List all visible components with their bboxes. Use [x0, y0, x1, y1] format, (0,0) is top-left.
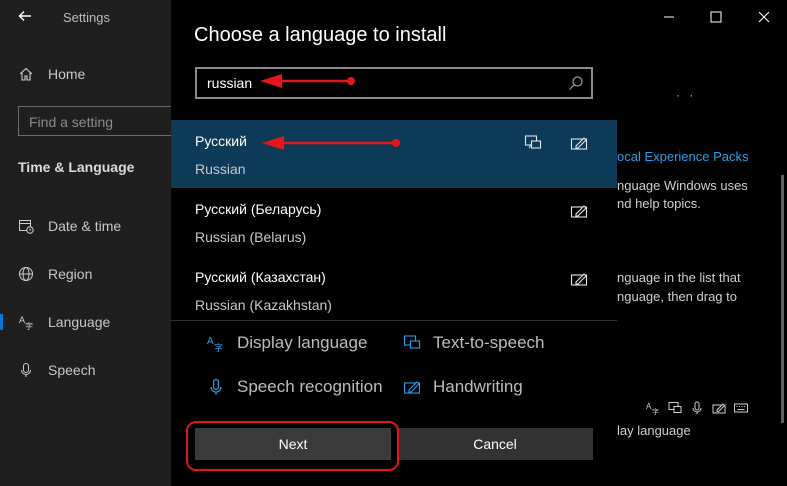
find-setting-input[interactable]: Find a setting — [18, 106, 178, 136]
background-text: nguage in the list that — [617, 270, 741, 285]
language-native-name: Русский — [195, 133, 247, 149]
language-search-input[interactable]: russian — [195, 67, 593, 99]
globe-icon — [18, 266, 34, 282]
legend-label: Display language — [237, 333, 368, 352]
language-english-name: Russian — [195, 161, 246, 177]
language-feature-icons: A字 — [645, 401, 749, 415]
legend-label: Text-to-speech — [433, 333, 545, 352]
microphone-icon — [18, 362, 34, 378]
search-icon[interactable] — [568, 75, 584, 91]
background-dots: · · — [676, 88, 697, 102]
handwriting-icon — [403, 378, 421, 396]
maximize-button[interactable] — [703, 4, 729, 30]
home-icon — [18, 66, 34, 82]
dialog-title: Choose a language to install — [194, 24, 447, 46]
legend-display-language: A字 Display language — [207, 333, 367, 353]
svg-text:字: 字 — [652, 407, 659, 415]
legend-speech-recognition: Speech recognition — [207, 377, 383, 397]
sidebar-item-home[interactable]: Home — [0, 56, 172, 92]
microphone-icon — [689, 401, 705, 415]
section-title: Time & Language — [18, 159, 135, 175]
calendar-clock-icon — [18, 218, 34, 234]
minimize-icon — [664, 16, 674, 18]
text-to-speech-icon — [403, 334, 421, 352]
app-title: Settings — [63, 10, 110, 25]
display-language-icon: A字 — [207, 334, 225, 352]
text-to-speech-icon — [524, 134, 542, 152]
handwriting-icon — [570, 270, 588, 288]
background-text: nguage Windows uses — [617, 178, 748, 193]
sidebar-item-label: Date & time — [48, 218, 122, 234]
language-english-name: Russian (Kazakhstan) — [195, 297, 332, 313]
back-button[interactable] — [14, 6, 36, 28]
sidebar-item-label: Language — [48, 314, 111, 330]
arrow-left-icon — [18, 11, 31, 21]
close-icon — [758, 11, 770, 23]
handwriting-icon — [570, 134, 588, 152]
display-language-icon: A字 — [645, 401, 661, 415]
legend-text-to-speech: Text-to-speech — [403, 333, 545, 353]
background-text: nd help topics. — [617, 196, 701, 211]
cancel-button[interactable]: Cancel — [397, 428, 593, 460]
legend-label: Handwriting — [433, 377, 523, 396]
annotation-highlight-next — [186, 421, 399, 471]
language-item-russian-kazakhstan[interactable]: Русский (Казахстан) Russian (Kazakhstan) — [171, 256, 617, 324]
text-to-speech-icon — [667, 401, 683, 415]
sidebar-item-label: Home — [48, 66, 86, 82]
language-english-name: Russian (Belarus) — [195, 229, 307, 245]
background-text: nguage, then drag to — [617, 289, 737, 304]
legend-handwriting: Handwriting — [403, 377, 523, 397]
language-item-russian[interactable]: Русский Russian — [171, 120, 617, 188]
local-experience-packs-link[interactable]: ocal Experience Packs — [617, 149, 749, 164]
language-native-name: Русский (Казахстан) — [195, 269, 326, 285]
active-indicator — [0, 314, 3, 330]
svg-text:A: A — [207, 336, 214, 347]
language-native-name: Русский (Беларусь) — [195, 201, 322, 217]
sidebar-item-date-time[interactable]: Date & time — [0, 208, 172, 244]
search-placeholder: Find a setting — [29, 114, 114, 130]
minimize-button[interactable] — [656, 4, 682, 30]
legend-label: Speech recognition — [237, 377, 383, 396]
list-divider — [171, 320, 617, 321]
choose-language-dialog: Choose a language to install russian Рус… — [171, 0, 617, 486]
microphone-icon — [207, 378, 225, 396]
language-item-russian-belarus[interactable]: Русский (Беларусь) Russian (Belarus) — [171, 188, 617, 256]
handwriting-icon — [570, 202, 588, 220]
keyboard-icon — [733, 401, 749, 415]
sidebar-item-language[interactable]: A字 Language — [0, 304, 172, 340]
sidebar-item-label: Region — [48, 266, 93, 282]
svg-text:字: 字 — [25, 321, 33, 330]
language-icon: A字 — [18, 314, 34, 330]
maximize-icon — [710, 11, 722, 23]
search-value: russian — [207, 75, 253, 91]
sidebar-item-label: Speech — [48, 362, 96, 378]
background-text: lay language — [617, 423, 691, 438]
sidebar-item-speech[interactable]: Speech — [0, 352, 172, 388]
svg-text:字: 字 — [214, 342, 223, 352]
sidebar-item-region[interactable]: Region — [0, 256, 172, 292]
close-button[interactable] — [751, 4, 777, 30]
handwriting-icon — [711, 401, 727, 415]
scrollbar[interactable] — [781, 175, 784, 423]
